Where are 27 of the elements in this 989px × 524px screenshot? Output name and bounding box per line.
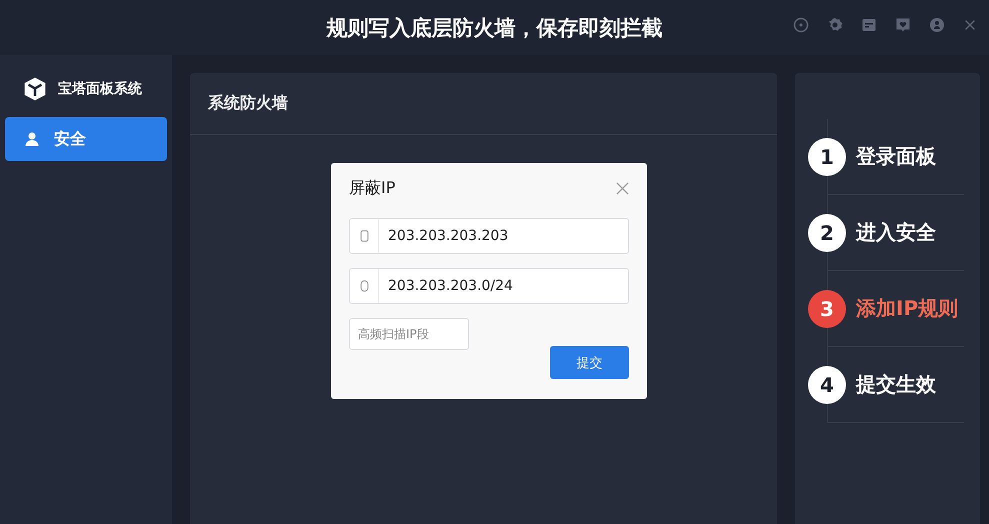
panel-title: 系统防火墙 <box>190 73 777 135</box>
step-label: 添加IP规则 <box>856 295 958 322</box>
ip-input-field[interactable]: 203.203.203.203 <box>349 218 629 254</box>
rounded-square-icon <box>360 230 368 242</box>
user-icon <box>24 131 40 147</box>
step-number: 3 <box>808 290 846 328</box>
step-number: 4 <box>808 366 846 404</box>
settings-icon[interactable] <box>827 17 843 33</box>
sidebar-item[interactable]: 安全 <box>5 117 167 161</box>
step-number: 2 <box>808 214 846 252</box>
dialog-title: 屏蔽IP <box>349 178 396 198</box>
close-icon[interactable] <box>963 18 977 32</box>
window-title: 规则写入底层防火墙，保存即刻拦截 <box>326 14 662 42</box>
message-icon[interactable] <box>861 17 877 33</box>
heart-icon[interactable] <box>895 17 911 33</box>
step-label: 登录面板 <box>856 143 936 170</box>
ip-input-field[interactable]: 203.203.203.0/24 <box>349 268 629 304</box>
step-number: 1 <box>808 138 846 176</box>
close-icon[interactable] <box>616 182 629 194</box>
step-label: 提交生效 <box>856 371 936 398</box>
submit-button[interactable]: 提交 <box>550 346 629 379</box>
user-icon[interactable] <box>929 17 945 33</box>
input-field[interactable]: 高频扫描IP段 <box>349 318 469 350</box>
circle-dot-icon[interactable] <box>793 17 809 33</box>
cube-logo-icon <box>22 76 48 102</box>
brand-name: 宝塔面板系统 <box>58 80 142 98</box>
step-label: 进入安全 <box>856 219 936 246</box>
